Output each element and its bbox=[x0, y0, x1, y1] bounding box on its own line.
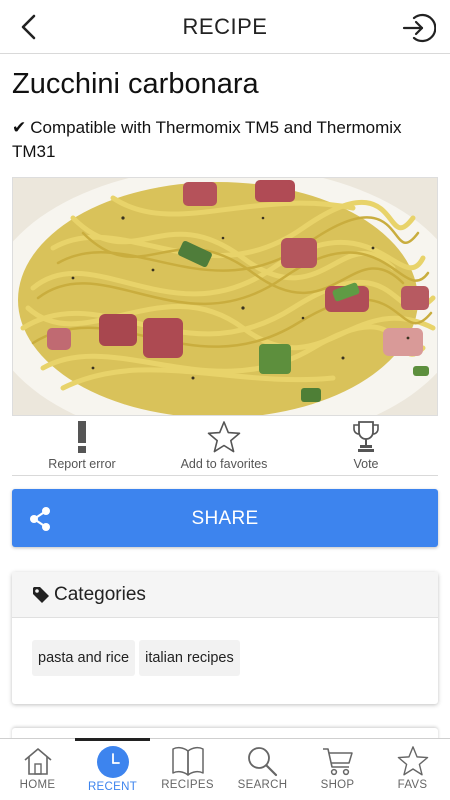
book-icon bbox=[171, 746, 204, 776]
nav-recipes-label: RECIPES bbox=[161, 779, 214, 791]
nav-favs[interactable]: FAVS bbox=[375, 739, 450, 800]
nav-home[interactable]: HOME bbox=[0, 739, 75, 800]
nav-recipes[interactable]: RECIPES bbox=[150, 739, 225, 800]
top-app-bar: RECIPE bbox=[0, 0, 450, 54]
nav-search[interactable]: SEARCH bbox=[225, 739, 300, 800]
checkmark-icon: ✔ bbox=[12, 118, 27, 137]
share-button[interactable]: SHARE bbox=[12, 489, 438, 547]
category-tags: pasta and rice italian recipes bbox=[32, 640, 244, 676]
nav-recent-label: RECENT bbox=[87, 781, 138, 793]
vote-label: Vote bbox=[353, 457, 379, 471]
nav-shop[interactable]: SHOP bbox=[300, 739, 375, 800]
report-error-button[interactable]: Report error bbox=[22, 418, 142, 474]
nav-shop-label: SHOP bbox=[320, 779, 355, 791]
page-title: RECIPE bbox=[182, 14, 268, 39]
compatibility-text: Compatible with Thermomix TM5 and Thermo… bbox=[12, 118, 402, 161]
trophy-icon bbox=[353, 421, 379, 452]
nav-favs-label: FAVS bbox=[397, 779, 428, 791]
recipe-title: Zucchini carbonara bbox=[12, 68, 259, 100]
vote-button[interactable]: Vote bbox=[306, 418, 426, 474]
categories-card: Categories pasta and rice italian recipes bbox=[12, 572, 438, 704]
cart-icon bbox=[322, 748, 353, 776]
report-error-label: Report error bbox=[48, 457, 116, 471]
bottom-navigation: HOME RECENT RECIPES SEARCH SHOP FAVS bbox=[0, 738, 450, 800]
recipe-photo-illustration bbox=[13, 178, 437, 415]
recipe-actions: Report error Add to favorites Vote bbox=[12, 418, 438, 476]
home-icon bbox=[23, 748, 52, 775]
clock-icon bbox=[96, 746, 129, 778]
recipe-photo bbox=[12, 177, 438, 416]
login-icon[interactable] bbox=[400, 10, 436, 46]
categories-header: Categories bbox=[12, 572, 438, 618]
search-icon bbox=[247, 747, 277, 777]
star-icon bbox=[397, 746, 428, 776]
compatibility-note: ✔ Compatible with Thermomix TM5 and Therm… bbox=[12, 116, 438, 164]
add-to-favorites-label: Add to favorites bbox=[180, 457, 268, 471]
nav-recent[interactable]: RECENT bbox=[75, 738, 150, 800]
category-tag-pasta-and-rice[interactable]: pasta and rice bbox=[32, 640, 136, 676]
nav-home-label: HOME bbox=[19, 779, 56, 791]
exclamation-icon bbox=[78, 421, 86, 453]
share-label: SHARE bbox=[191, 508, 259, 529]
nav-search-label: SEARCH bbox=[237, 779, 288, 791]
categories-title: Categories bbox=[54, 584, 146, 605]
category-tag-italian-recipes[interactable]: italian recipes bbox=[139, 640, 240, 676]
add-to-favorites-button[interactable]: Add to favorites bbox=[164, 418, 284, 474]
tag-icon bbox=[33, 587, 49, 603]
active-tab-indicator bbox=[75, 738, 150, 741]
star-outline-icon bbox=[207, 421, 241, 453]
